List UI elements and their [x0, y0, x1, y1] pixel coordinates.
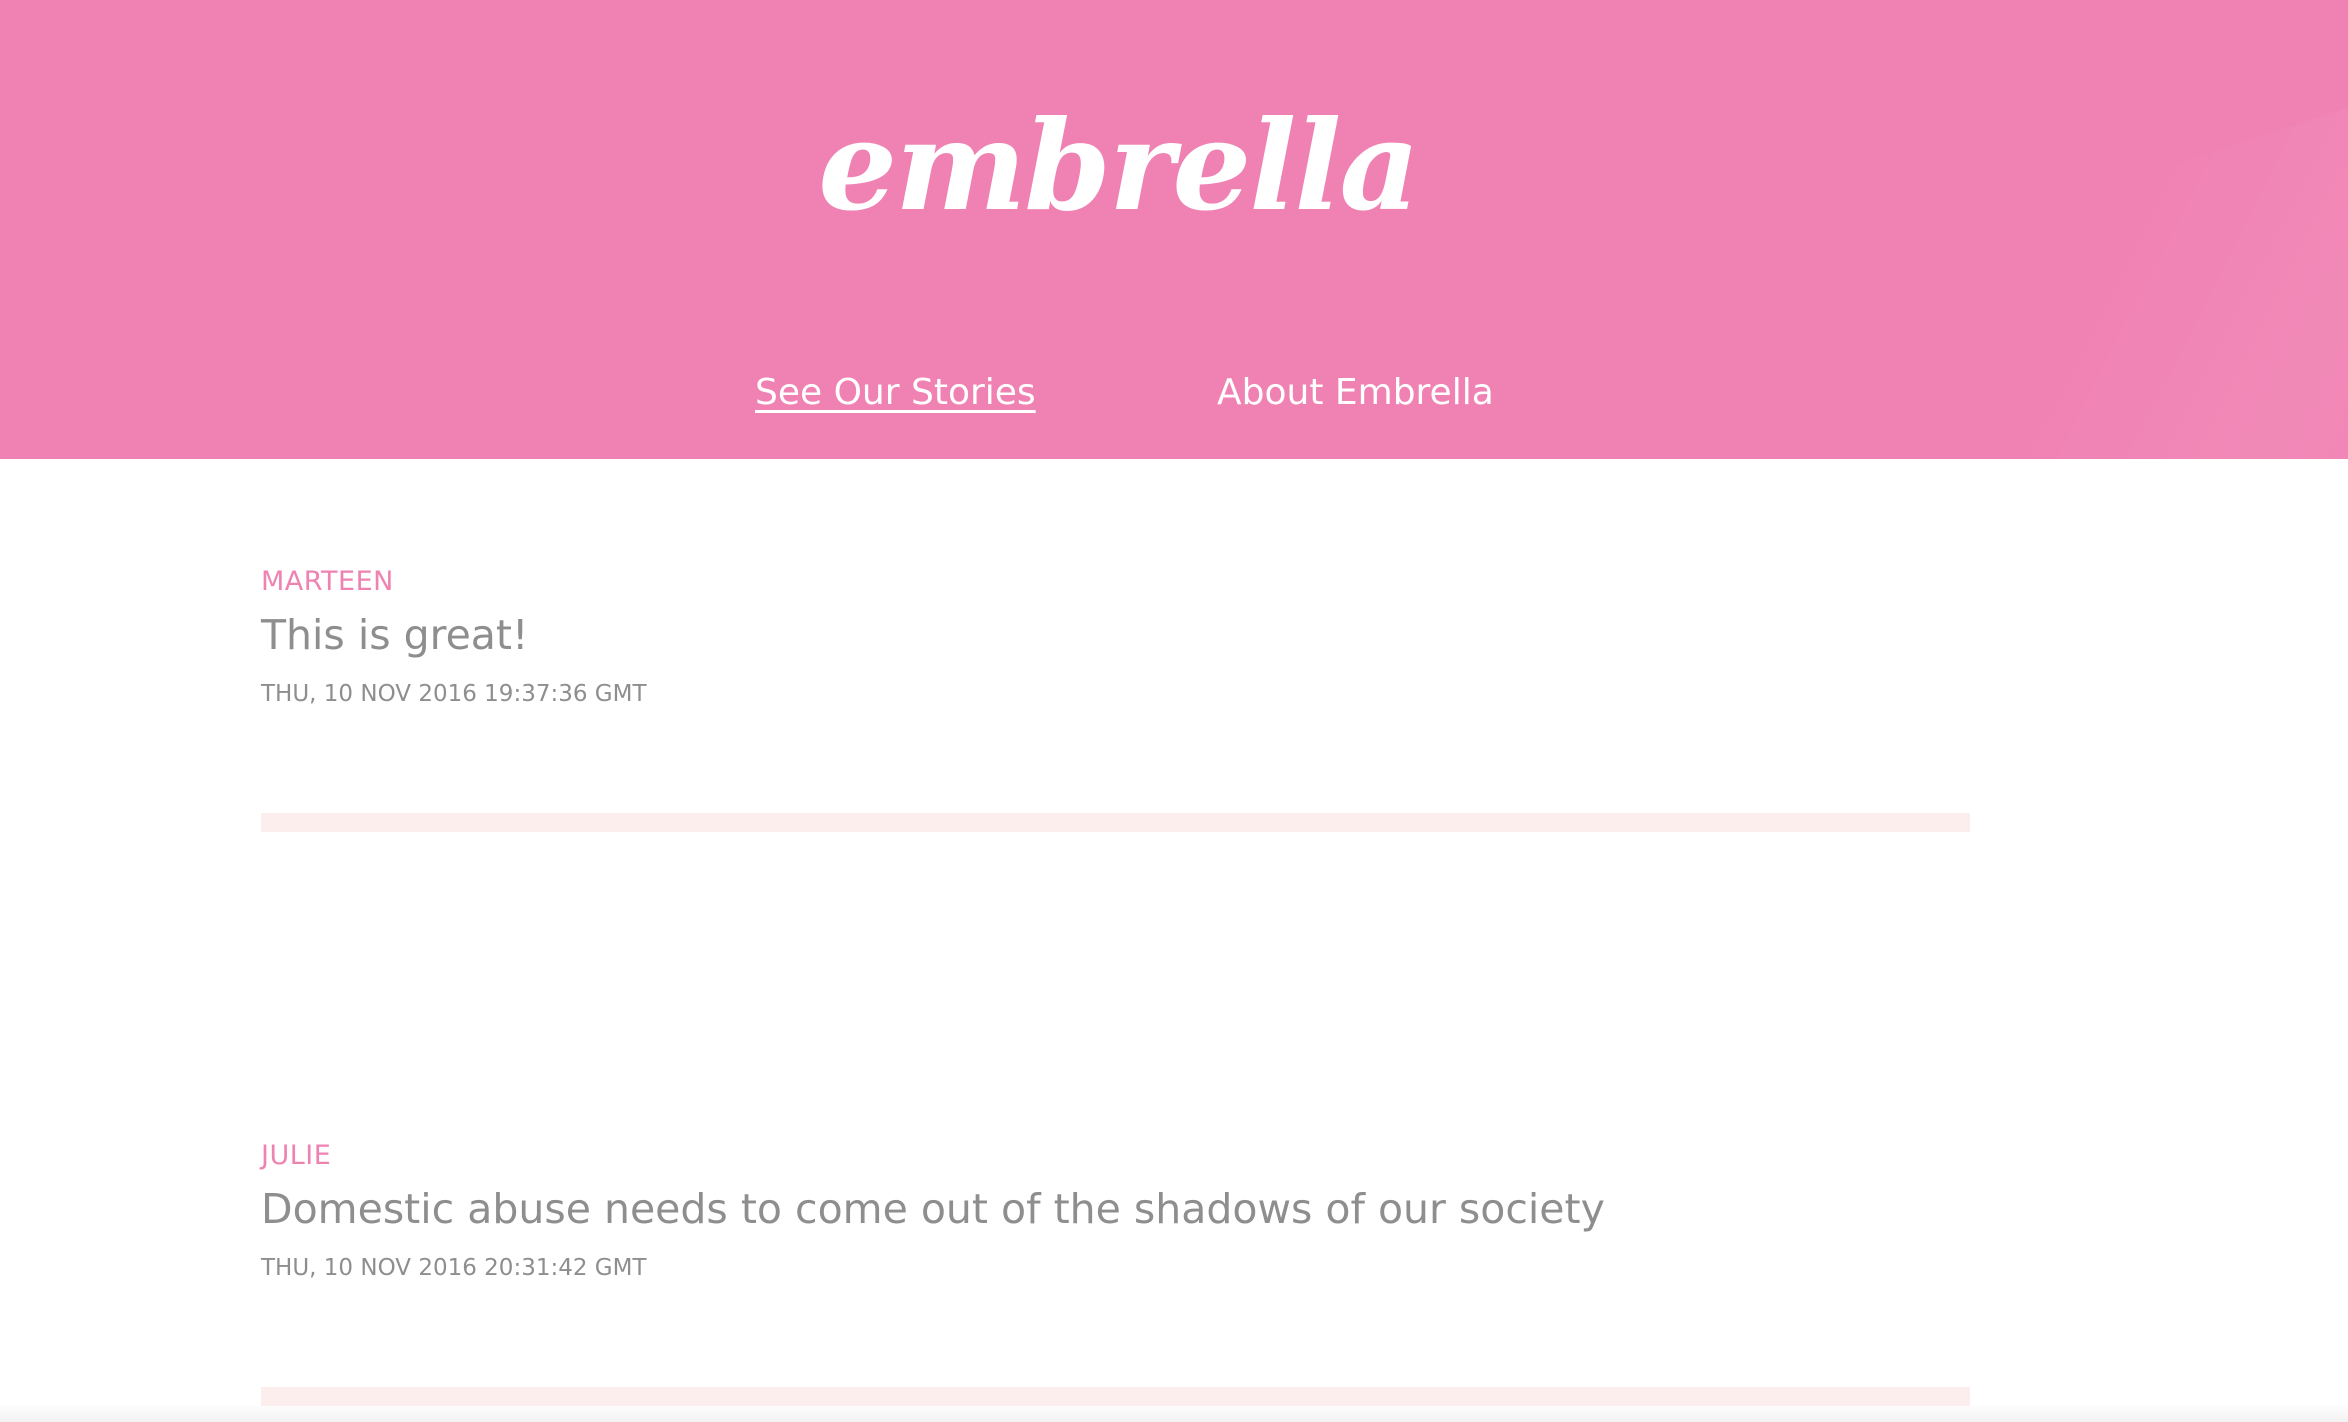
story-author: MARTEEN	[261, 566, 394, 597]
story-message: Domestic abuse needs to come out of the …	[261, 1185, 1605, 1233]
page-bottom-shadow	[0, 1404, 2348, 1422]
story-message: This is great!	[261, 611, 529, 659]
story-divider	[261, 813, 1970, 832]
nav-link-about-embrella[interactable]: About Embrella	[1217, 365, 1494, 421]
story-timestamp: THU, 10 NOV 2016 20:31:42 GMT	[261, 1255, 647, 1281]
story-author: JULIE	[261, 1140, 332, 1171]
embrella-logo[interactable]: embrella	[0, 92, 2236, 242]
page: embrella See Our Stories About Embrella …	[0, 0, 2348, 1422]
main-nav: See Our Stories About Embrella	[0, 365, 2348, 425]
nav-link-see-our-stories[interactable]: See Our Stories	[755, 365, 1036, 421]
story-timestamp: THU, 10 NOV 2016 19:37:36 GMT	[261, 681, 647, 707]
site-header: embrella See Our Stories About Embrella	[0, 0, 2348, 459]
